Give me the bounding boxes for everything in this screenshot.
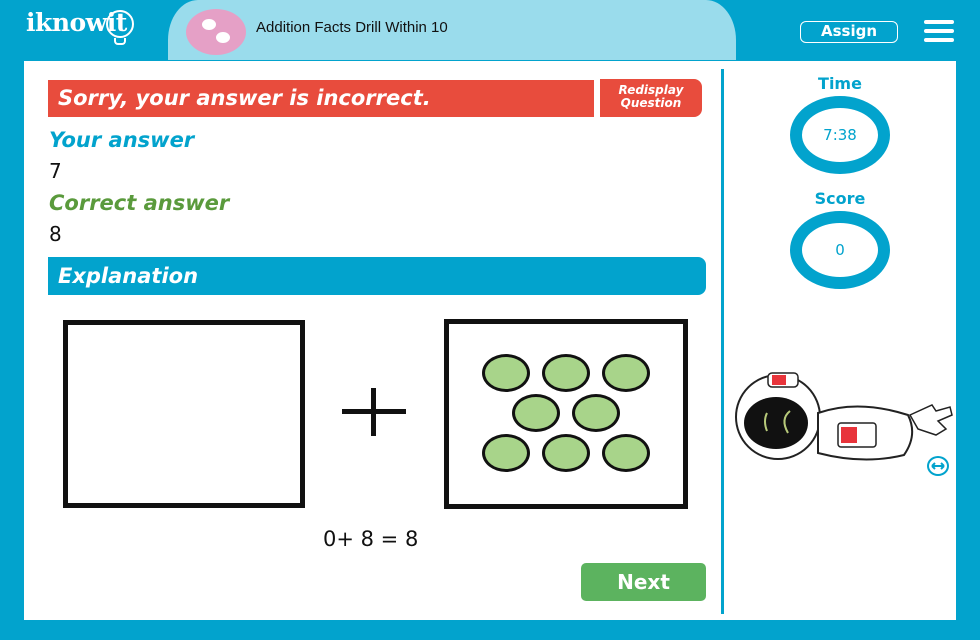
topic-dot (202, 19, 216, 30)
lightbulb-icon (106, 10, 134, 38)
your-answer-value: 7 (49, 159, 62, 183)
score-ring: 0 (790, 211, 890, 289)
counter-dot (542, 434, 590, 472)
swap-horizontal-icon[interactable] (927, 456, 949, 476)
correct-answer-value: 8 (49, 222, 62, 246)
next-button[interactable]: Next (581, 563, 706, 601)
astronaut-mascot (735, 372, 953, 461)
left-addend-box (63, 320, 305, 508)
plus-vertical-stroke (371, 388, 376, 436)
counter-dot (542, 354, 590, 392)
counter-dot (572, 394, 620, 432)
top-bar: iknowit Addition Facts Drill Within 10 A… (0, 0, 980, 60)
redisplay-label-line2: Question (620, 96, 682, 110)
right-addend-box (444, 319, 688, 509)
chest-light (841, 427, 857, 443)
correct-answer-label: Correct answer (49, 191, 230, 215)
menu-line (924, 38, 954, 42)
time-value: 7:38 (823, 126, 857, 144)
incorrect-feedback-banner: Sorry, your answer is incorrect. (48, 80, 594, 117)
lesson-title-banner (168, 0, 736, 60)
menu-line (924, 20, 954, 24)
plus-icon (342, 388, 406, 436)
topic-dot (216, 32, 230, 43)
topic-dots-icon (186, 9, 246, 55)
counter-dot (512, 394, 560, 432)
counter-dot (602, 354, 650, 392)
helmet-light (772, 375, 786, 385)
equation-text: 0+ 8 = 8 (323, 527, 419, 551)
lightbulb-base-icon (114, 38, 126, 45)
redisplay-question-button[interactable]: Redisplay Question (600, 79, 702, 117)
visor (744, 397, 808, 449)
menu-line (924, 29, 954, 33)
explanation-heading: Explanation (48, 257, 706, 295)
counter-dot (482, 434, 530, 472)
swap-arrows (931, 462, 945, 470)
timer-ring: 7:38 (790, 96, 890, 174)
your-answer-label: Your answer (49, 128, 195, 152)
counter-dot (602, 434, 650, 472)
assign-button[interactable]: Assign (800, 21, 898, 43)
glove (908, 404, 953, 436)
score-value: 0 (835, 241, 845, 259)
hamburger-menu-icon[interactable] (924, 20, 954, 42)
counter-dot (482, 354, 530, 392)
lesson-title: Addition Facts Drill Within 10 (256, 19, 448, 36)
panel-divider (721, 69, 724, 614)
time-label: Time (818, 74, 862, 93)
score-label: Score (814, 189, 866, 208)
